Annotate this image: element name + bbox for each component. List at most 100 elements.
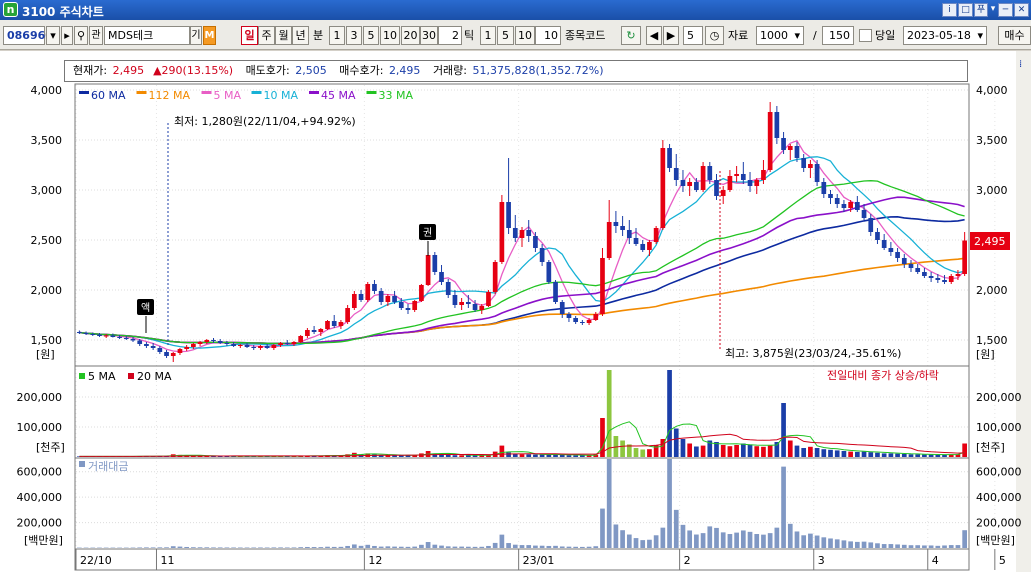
- event-marker-rights[interactable]: 권: [419, 224, 436, 256]
- volume-bar: [901, 454, 907, 457]
- candle-body: [660, 148, 666, 228]
- volume-tick-left: 200,000: [17, 391, 63, 404]
- candle-body: [405, 308, 411, 310]
- candle-body: [144, 344, 149, 346]
- amount-bar: [419, 544, 424, 548]
- amount-bar: [365, 544, 371, 548]
- price-tick-right: 1,500: [976, 334, 1008, 347]
- amount-bar: [854, 541, 860, 548]
- amount-bar: [325, 546, 330, 548]
- candle-body: [506, 202, 511, 228]
- step-input[interactable]: 5: [683, 26, 703, 45]
- amount-bar: [653, 535, 659, 548]
- minute-10[interactable]: 10: [380, 26, 400, 45]
- price-tick-left: 3,000: [31, 184, 63, 197]
- minute-30[interactable]: 30: [420, 26, 438, 45]
- price-unit-left: [원]: [36, 348, 55, 361]
- tick-custom-input[interactable]: 10: [535, 26, 561, 45]
- candle-body: [586, 320, 592, 323]
- clock-icon[interactable]: ◷: [705, 26, 724, 45]
- today-checkbox[interactable]: [859, 29, 872, 42]
- candle-body: [499, 202, 505, 262]
- amount-bar: [459, 546, 464, 548]
- candle-body: [875, 232, 880, 240]
- minimize-button[interactable]: ─: [998, 3, 1013, 17]
- event-marker-split[interactable]: 액: [137, 299, 154, 333]
- related-button[interactable]: 관: [89, 26, 103, 45]
- refresh-icon[interactable]: ↻: [621, 26, 641, 45]
- candle-body: [626, 230, 632, 238]
- prev-arrow-icon[interactable]: ◀: [646, 26, 662, 45]
- minute-3[interactable]: 3: [346, 26, 362, 45]
- candle-body: [566, 314, 572, 318]
- code-next-button[interactable]: ▸: [61, 26, 73, 45]
- pin-button[interactable]: 푸: [974, 3, 988, 17]
- code-dropdown-button[interactable]: ▾: [46, 26, 60, 45]
- amount-bar: [566, 546, 572, 548]
- x-axis-label: 12: [368, 554, 382, 567]
- candle-body: [613, 222, 619, 226]
- amount-bars: [77, 459, 967, 548]
- amount-bar: [137, 547, 143, 548]
- stock-code-input[interactable]: 086960: [3, 26, 53, 45]
- amount-bar: [901, 544, 907, 548]
- amount-bar: [848, 541, 853, 548]
- period-month[interactable]: 월: [275, 26, 292, 45]
- volume-bar: [573, 455, 579, 457]
- candle-body: [419, 285, 424, 301]
- candle-body: [546, 262, 552, 282]
- amount-bar: [398, 546, 404, 548]
- close-button[interactable]: ✕: [1014, 3, 1029, 17]
- restore-panel-button[interactable]: □: [958, 3, 973, 17]
- price-unit-right: [원]: [976, 348, 995, 361]
- volume-bar: [720, 445, 726, 457]
- low-annotation: 최저: 1,280원(22/11/04,+94.92%): [174, 115, 356, 128]
- data-count-select[interactable]: 1000 ▾: [756, 26, 804, 45]
- volume-bar: [734, 445, 739, 457]
- amount-bar: [231, 547, 236, 548]
- minute-20[interactable]: 20: [401, 26, 420, 45]
- stock-chart[interactable]: ⁞ 4,0004,0003,5003,5003,0003,0002,5002,5…: [0, 51, 1031, 572]
- buy-button[interactable]: 매수: [998, 26, 1031, 45]
- tick-5[interactable]: 5: [497, 26, 514, 45]
- candle-body: [908, 264, 914, 268]
- amount-bar: [479, 546, 485, 548]
- candle-body: [861, 210, 867, 218]
- search-icon[interactable]: ⚲: [74, 26, 88, 45]
- date-select[interactable]: 2023-05-18 ▾: [903, 26, 987, 45]
- display-count-input[interactable]: 150: [822, 26, 854, 45]
- next-arrow-icon[interactable]: ▶: [663, 26, 679, 45]
- sidebar-expand-icon[interactable]: ⁞: [1019, 59, 1022, 70]
- volume-bar: [519, 454, 525, 457]
- candle-body: [821, 182, 827, 194]
- candle-body: [345, 308, 350, 322]
- stock-name-field[interactable]: MDS테크: [104, 26, 190, 45]
- tick-10[interactable]: 10: [515, 26, 535, 45]
- amount-bar: [345, 545, 350, 548]
- tick-1[interactable]: 1: [480, 26, 496, 45]
- amount-bar: [660, 527, 666, 548]
- minute-5[interactable]: 5: [363, 26, 379, 45]
- amount-bar: [767, 533, 773, 548]
- candle-body: [271, 345, 277, 348]
- volume-bar: [814, 448, 820, 457]
- amount-tick-left: 200,000: [17, 517, 63, 530]
- period-week[interactable]: 주: [258, 26, 275, 45]
- period-year[interactable]: 년: [292, 26, 309, 45]
- candle-body: [606, 222, 612, 258]
- minute-1[interactable]: 1: [329, 26, 345, 45]
- amount-bar: [962, 530, 967, 548]
- volume-bar: [841, 451, 847, 457]
- menu-dropdown-icon[interactable]: ▾: [989, 3, 997, 17]
- amount-bar: [673, 509, 679, 548]
- minute-custom-input[interactable]: 2: [438, 26, 462, 45]
- amount-bar: [506, 543, 511, 548]
- price-legend-swatch: [79, 91, 89, 94]
- x-axis-label: 22/10: [80, 554, 112, 567]
- candle-body: [358, 294, 364, 300]
- amount-bar: [915, 545, 921, 548]
- candle-body: [848, 202, 853, 208]
- period-day[interactable]: 일: [241, 26, 258, 45]
- x-axis-label: 2: [684, 554, 691, 567]
- info-button[interactable]: i: [942, 3, 957, 17]
